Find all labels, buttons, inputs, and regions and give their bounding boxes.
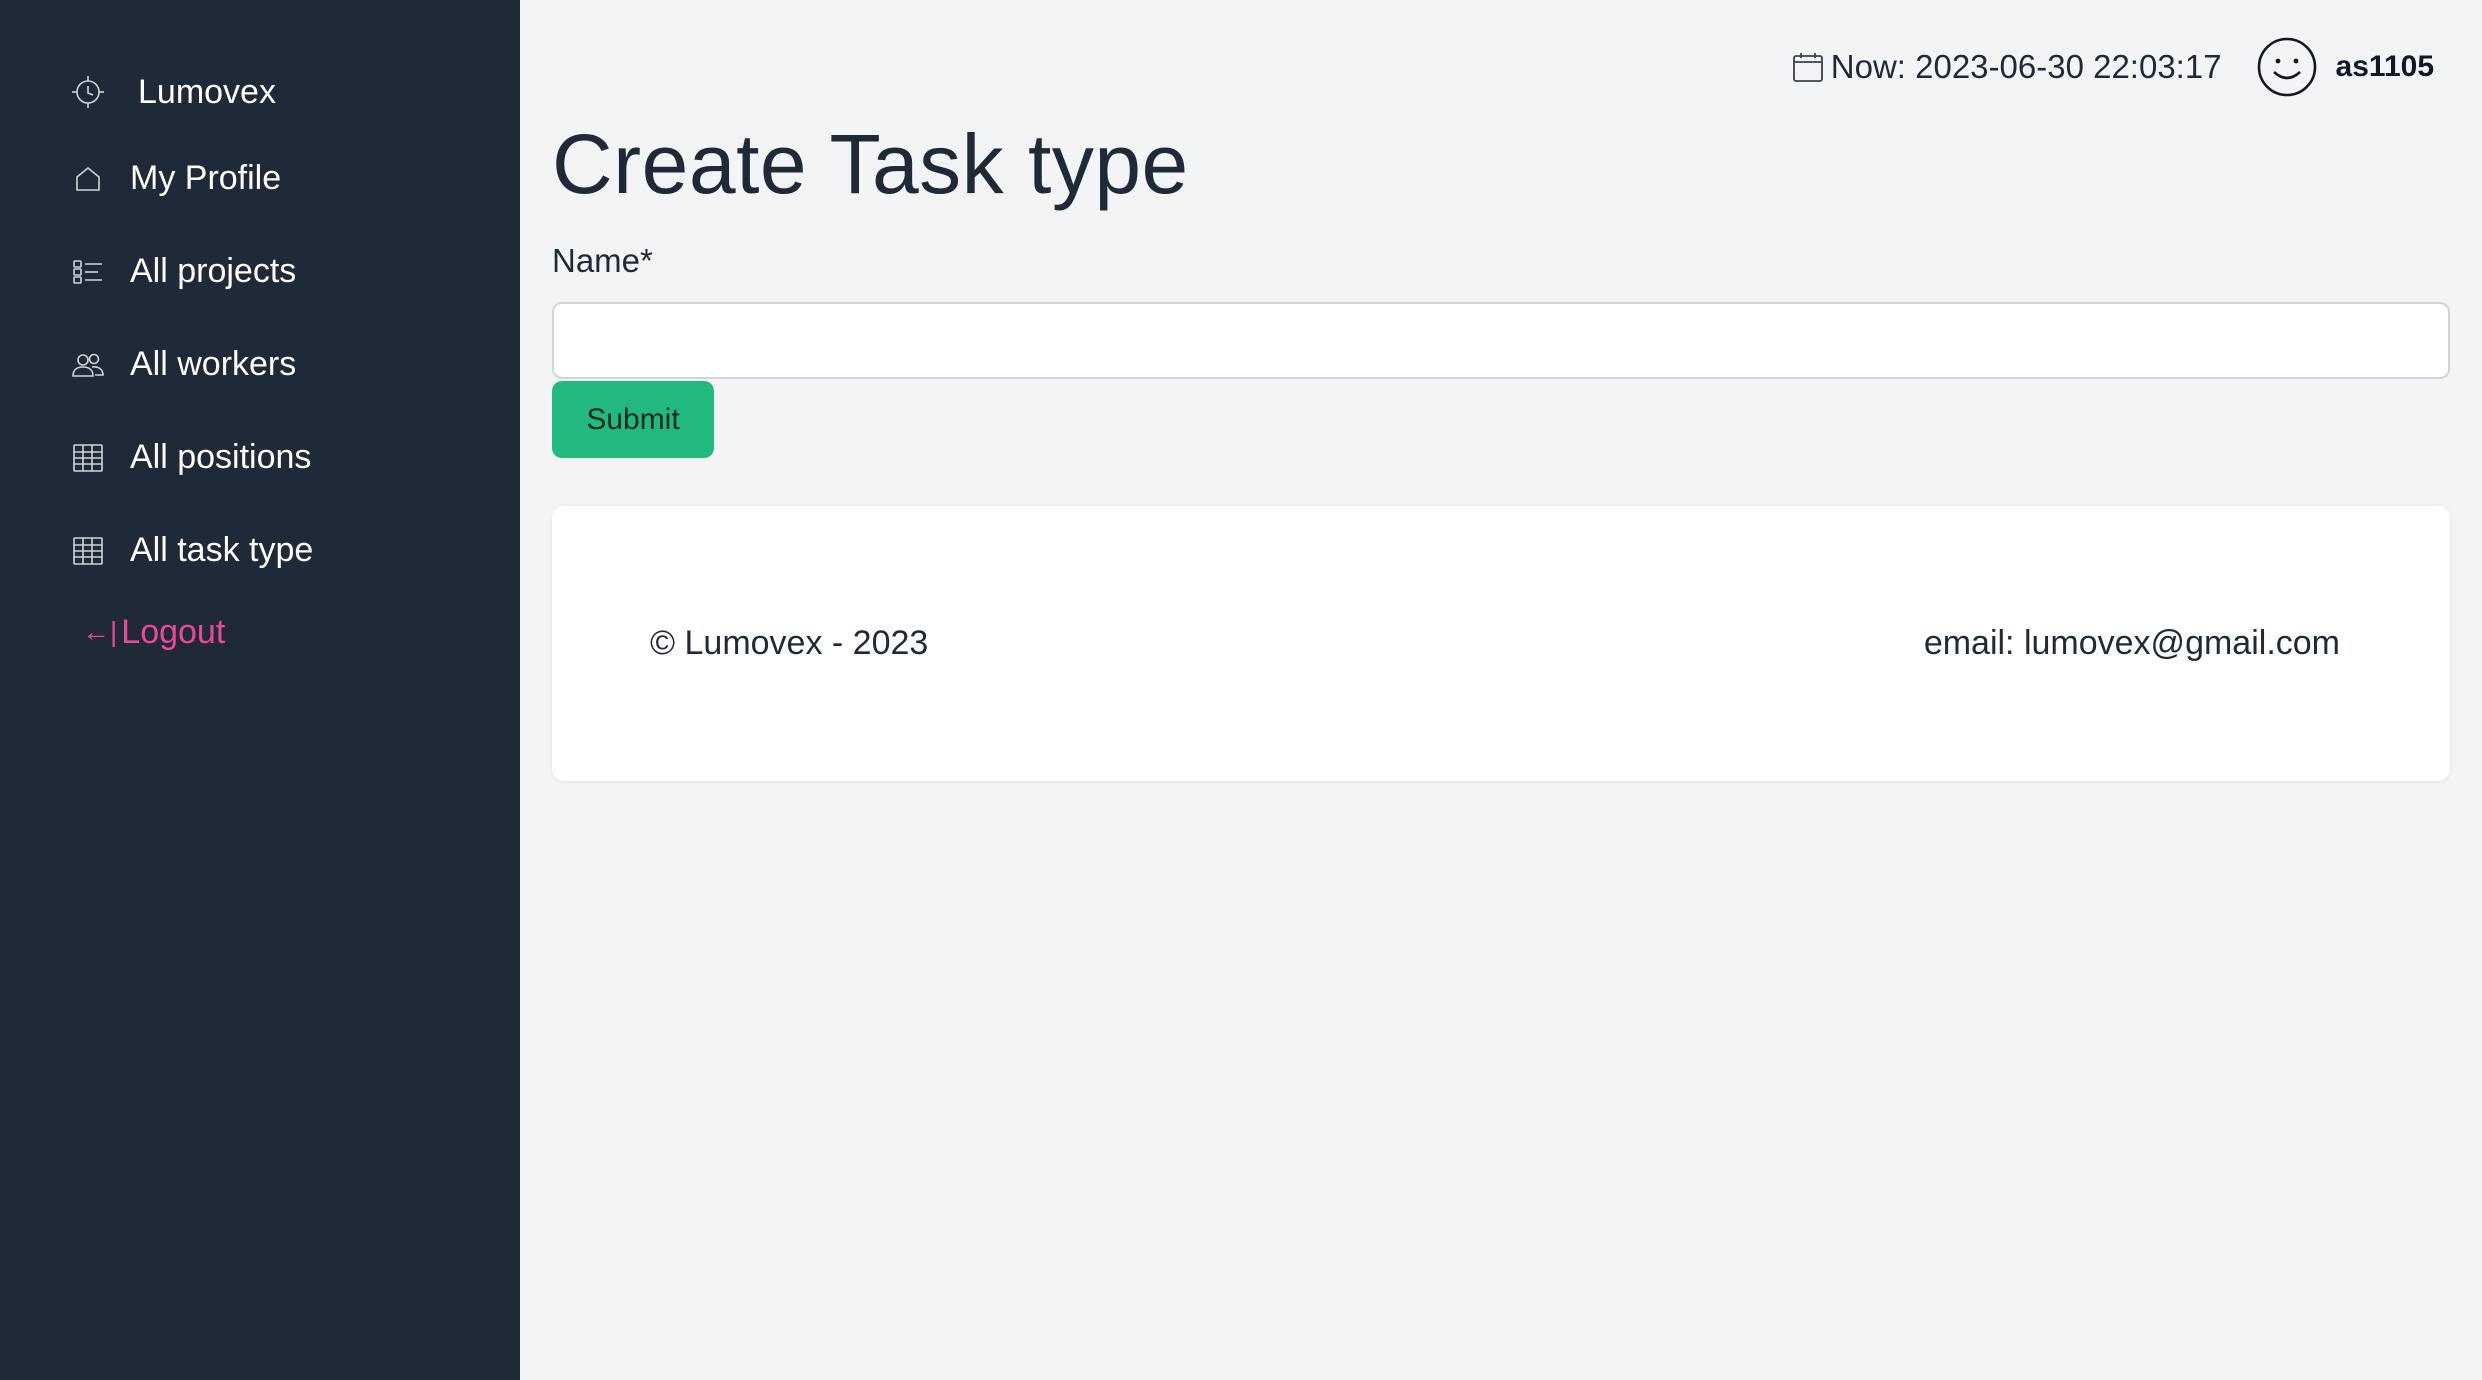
sidebar-item-all-projects[interactable]: All projects: [0, 225, 520, 318]
current-datetime: Now: 2023-06-30 22:03:17: [1830, 48, 2222, 85]
username[interactable]: as1105: [2336, 50, 2434, 84]
name-field-label: Name*: [552, 242, 653, 279]
sidebar-item-all-workers[interactable]: All workers: [0, 318, 520, 411]
home-icon: [70, 161, 106, 197]
page-title: Create Task type: [552, 117, 1189, 211]
sidebar-item-label: All positions: [130, 438, 312, 476]
table-icon: [70, 440, 106, 476]
sidebar-item-my-profile[interactable]: My Profile: [0, 132, 520, 225]
sidebar-item-label: All task type: [130, 531, 314, 569]
sidebar-item-label: My Profile: [130, 159, 282, 197]
sidebar-item-all-task-type[interactable]: All task type: [0, 504, 520, 597]
logout-link[interactable]: ←| Logout: [0, 597, 520, 667]
app-root: Lumovex My Profile All projects All work…: [0, 0, 2482, 1380]
topbar: Now: 2023-06-30 22:03:17 as1105: [1791, 36, 2434, 98]
footer: © Lumovex - 2023 email: lumovex@gmail.co…: [552, 506, 2450, 781]
sidebar-item-all-positions[interactable]: All positions: [0, 411, 520, 504]
checklist-icon: [70, 254, 106, 290]
submit-button[interactable]: Submit: [552, 381, 714, 458]
logout-icon: ←|: [82, 616, 118, 647]
brand-link[interactable]: Lumovex: [0, 52, 520, 132]
smiley-avatar-icon[interactable]: [2256, 36, 2318, 98]
name-field[interactable]: [552, 302, 2450, 379]
brand-name: Lumovex: [138, 72, 276, 111]
sidebar-item-label: All projects: [130, 252, 297, 290]
sidebar-item-label: All workers: [130, 345, 297, 383]
logout-label: Logout: [121, 612, 226, 651]
footer-email: email: lumovex@gmail.com: [1923, 624, 2340, 662]
calendar-icon: [1791, 50, 1825, 84]
crosshair-clock-icon: [70, 74, 106, 110]
users-icon: [70, 347, 106, 383]
sidebar: Lumovex My Profile All projects All work…: [0, 0, 520, 1380]
table-icon: [70, 533, 106, 569]
main-content: Now: 2023-06-30 22:03:17 as1105 Create T…: [520, 0, 2482, 1380]
footer-copyright: © Lumovex - 2023: [650, 624, 929, 662]
